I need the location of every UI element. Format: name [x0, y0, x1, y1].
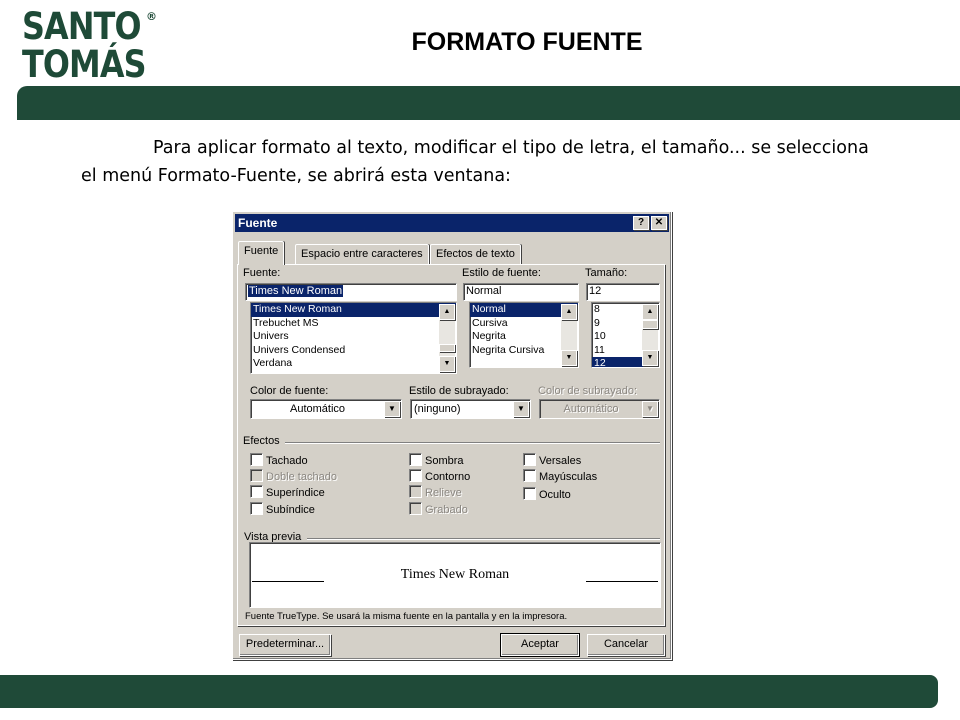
- checkbox-label: Doble tachado: [266, 471, 337, 483]
- checkbox-box[interactable]: [523, 469, 536, 482]
- preview-baseline-right: [586, 581, 658, 582]
- size-label: Tamaño:: [585, 267, 628, 279]
- list-item[interactable]: Trebuchet MS: [251, 317, 456, 331]
- checkbox-label: Versales: [539, 455, 582, 467]
- underline-style-select[interactable]: (ninguno) ▼: [410, 399, 531, 419]
- font-input[interactable]: Times New Roman: [245, 283, 457, 301]
- ok-button[interactable]: Aceptar: [500, 633, 580, 657]
- logo-line-1: SANTO: [22, 5, 141, 48]
- font-dialog: Fuente ? ✕ Fuente Espacio entre caracter…: [232, 211, 672, 660]
- list-item[interactable]: Univers Condensed: [251, 344, 456, 358]
- checkbox-box[interactable]: [409, 502, 422, 515]
- tab-fuente[interactable]: Fuente: [238, 241, 285, 265]
- underline-color-label: Color de subrayado:: [538, 385, 638, 397]
- tab-efectos-texto[interactable]: Efectos de texto: [430, 244, 521, 264]
- checkbox-label: Grabado: [425, 504, 468, 516]
- preview-box: Times New Roman: [249, 542, 661, 608]
- close-icon[interactable]: ✕: [651, 216, 667, 230]
- checkbox-relieve[interactable]: Relieve: [409, 485, 462, 499]
- logo-line-2: TOMÁS: [22, 43, 147, 86]
- underline-style-label: Estilo de subrayado:: [409, 385, 509, 397]
- scroll-down-icon[interactable]: ▼: [642, 350, 658, 366]
- checkbox-label: Tachado: [266, 455, 308, 467]
- style-list-scrollbar[interactable]: ▲ ▼: [561, 304, 577, 366]
- font-color-value: Automático: [289, 403, 346, 415]
- checkbox-versales[interactable]: Versales: [523, 453, 581, 467]
- preview-note: Fuente TrueType. Se usará la misma fuent…: [245, 611, 568, 622]
- checkbox-label: Superíndice: [266, 487, 325, 499]
- chevron-down-icon[interactable]: ▼: [642, 401, 658, 417]
- scroll-thumb[interactable]: [642, 320, 658, 329]
- list-item[interactable]: Times New Roman: [251, 303, 456, 317]
- chevron-down-icon[interactable]: ▼: [384, 401, 400, 417]
- checkbox-box[interactable]: [250, 469, 263, 482]
- checkbox-label: Mayúsculas: [539, 471, 598, 483]
- underline-color-select[interactable]: Automático ▼: [539, 399, 660, 419]
- size-list[interactable]: 8 9 10 11 12 ▲ ▼: [591, 302, 660, 368]
- checkbox-box[interactable]: [409, 485, 422, 498]
- scroll-up-icon[interactable]: ▲: [642, 304, 658, 320]
- checkbox-label: Oculto: [539, 489, 571, 501]
- checkbox-label: Contorno: [425, 471, 471, 483]
- default-button[interactable]: Predeterminar...: [239, 634, 331, 656]
- checkbox-label: Sombra: [425, 455, 464, 467]
- underline-style-value: (ninguno): [414, 403, 461, 415]
- dialog-title: Fuente: [238, 216, 278, 230]
- slide-title: FORMATO FUENTE: [411, 28, 643, 56]
- font-list-scrollbar[interactable]: ▲ ▼: [439, 304, 455, 372]
- dialog-title-bar: Fuente ? ✕: [235, 214, 669, 232]
- checkbox-box[interactable]: [523, 487, 536, 500]
- checkbox-tachado[interactable]: Tachado: [250, 453, 308, 467]
- font-color-select[interactable]: Automático ▼: [250, 399, 402, 419]
- checkbox-sombra[interactable]: Sombra: [409, 453, 464, 467]
- scroll-down-icon[interactable]: ▼: [561, 350, 577, 366]
- checkbox-box[interactable]: [250, 502, 263, 515]
- underline-color-value: Automático: [563, 403, 619, 415]
- checkbox-grabado[interactable]: Grabado: [409, 502, 468, 516]
- list-item[interactable]: Verdana: [251, 357, 456, 371]
- scroll-up-icon[interactable]: ▲: [561, 304, 577, 320]
- size-list-scrollbar[interactable]: ▲ ▼: [642, 304, 658, 366]
- registered-mark: ®: [146, 10, 157, 23]
- checkbox-box[interactable]: [250, 485, 263, 498]
- checkbox-doble-tachado[interactable]: Doble tachado: [250, 469, 337, 483]
- chevron-down-icon[interactable]: ▼: [513, 401, 529, 417]
- checkbox-mayusculas[interactable]: Mayúsculas: [523, 469, 597, 483]
- scroll-thumb[interactable]: [439, 344, 455, 352]
- style-list[interactable]: Normal Cursiva Negrita Negrita Cursiva ▲…: [469, 302, 579, 368]
- checkbox-superindice[interactable]: Superíndice: [250, 485, 325, 499]
- checkbox-subindice[interactable]: Subíndice: [250, 502, 315, 516]
- checkbox-label: Subíndice: [266, 504, 315, 516]
- font-list[interactable]: Times New Roman Trebuchet MS Univers Uni…: [250, 302, 457, 374]
- font-list-items: Times New Roman Trebuchet MS Univers Uni…: [251, 303, 456, 371]
- checkbox-box[interactable]: [523, 453, 536, 466]
- cancel-button[interactable]: Cancelar: [587, 634, 665, 656]
- checkbox-box[interactable]: [250, 453, 263, 466]
- tab-espacio-caracteres[interactable]: Espacio entre caracteres: [295, 244, 429, 264]
- style-input[interactable]: Normal: [463, 283, 579, 301]
- footer-band: [0, 675, 938, 708]
- size-input[interactable]: 12: [586, 283, 660, 301]
- font-input-value: Times New Roman: [248, 285, 344, 297]
- list-item[interactable]: Univers: [251, 330, 456, 344]
- font-label: Fuente:: [243, 267, 281, 279]
- effects-label: Efectos: [243, 435, 280, 447]
- intro-paragraph: Para aplicar formato al texto, modificar…: [81, 138, 869, 186]
- effects-divider: [285, 442, 660, 444]
- scroll-down-icon[interactable]: ▼: [439, 356, 455, 372]
- checkbox-box[interactable]: [409, 469, 422, 482]
- santo-tomas-logo: SANTO TOMÁS ®: [22, 8, 162, 84]
- help-button[interactable]: ?: [633, 216, 649, 230]
- checkbox-label: Relieve: [425, 487, 462, 499]
- style-label: Estilo de fuente:: [462, 267, 541, 279]
- checkbox-box[interactable]: [409, 453, 422, 466]
- font-color-label: Color de fuente:: [250, 385, 329, 397]
- checkbox-oculto[interactable]: Oculto: [523, 487, 571, 501]
- scroll-up-icon[interactable]: ▲: [439, 304, 455, 320]
- header-band: [17, 86, 960, 120]
- preview-divider: [307, 538, 660, 540]
- checkbox-contorno[interactable]: Contorno: [409, 469, 470, 483]
